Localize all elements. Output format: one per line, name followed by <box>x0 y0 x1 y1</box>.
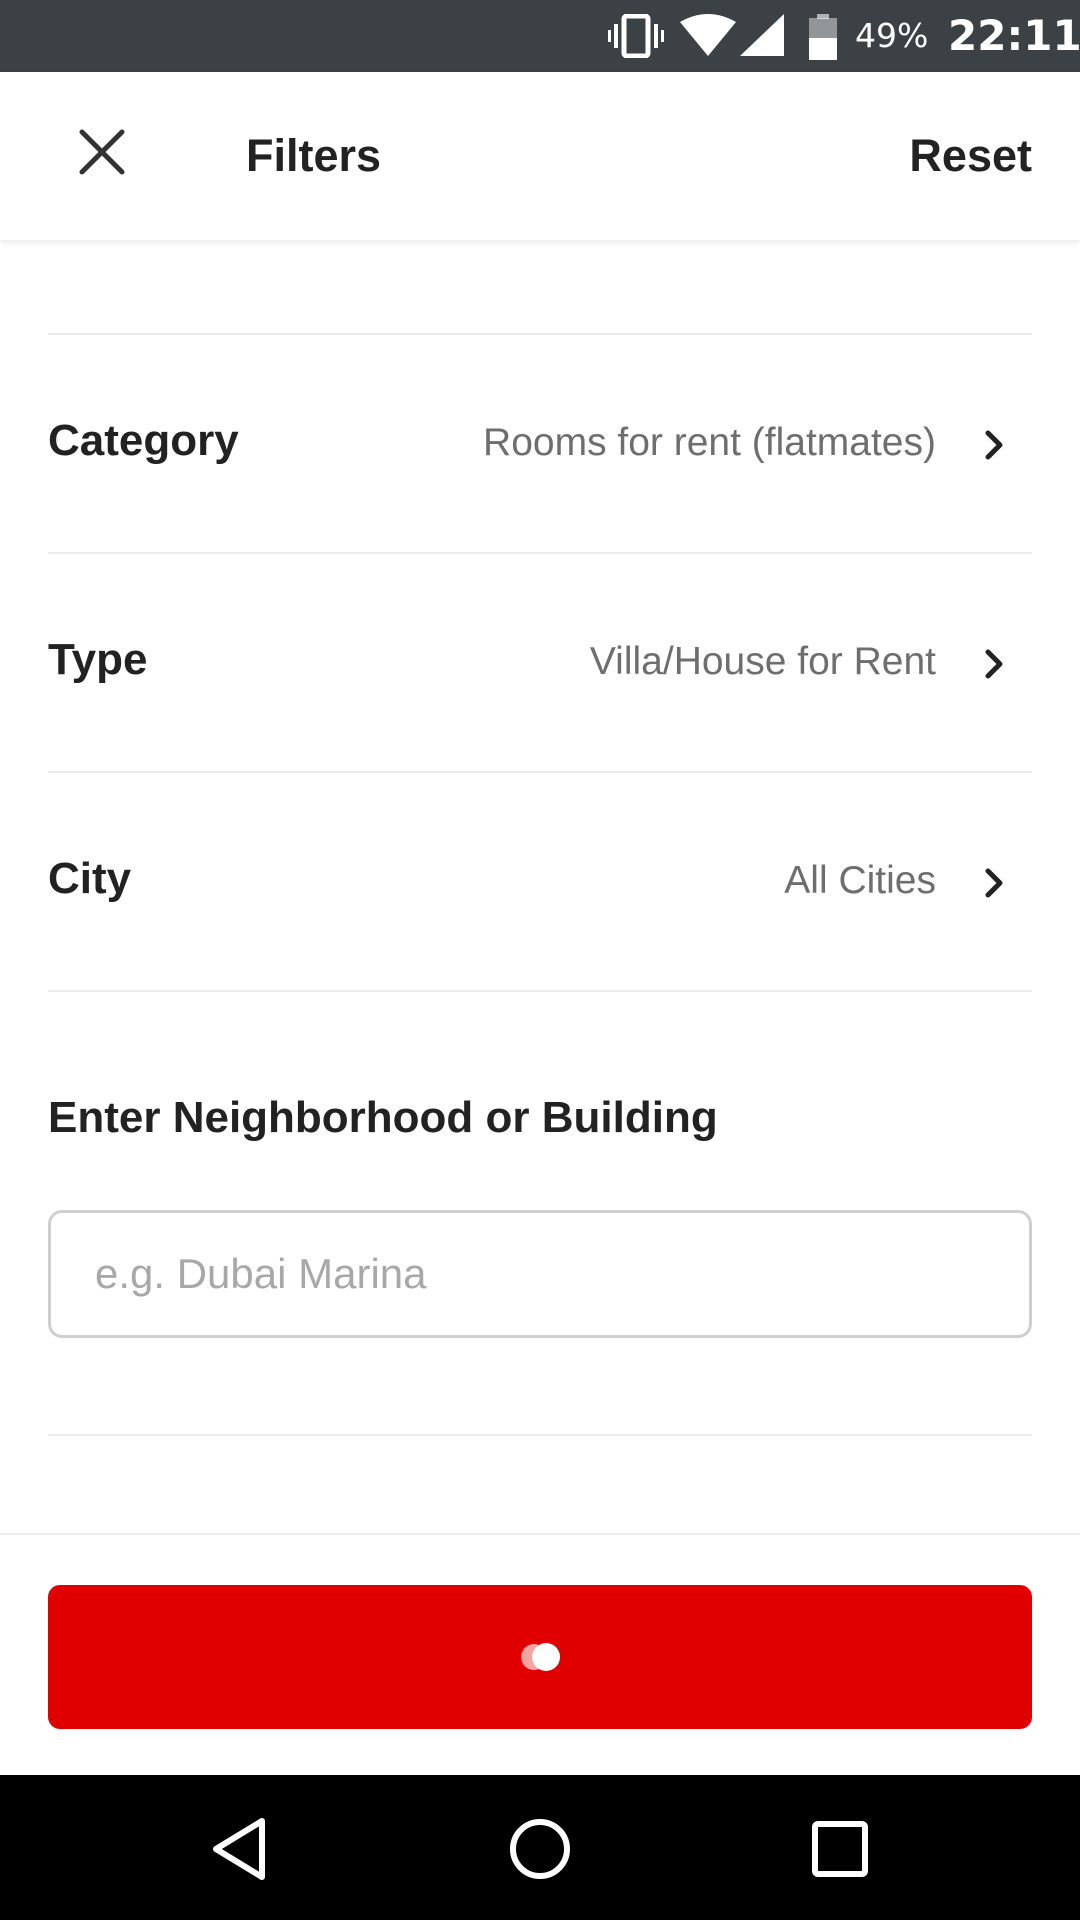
city-value: All Cities <box>784 859 936 902</box>
type-value: Villa/House for Rent <box>589 640 936 683</box>
battery-icon <box>808 14 838 65</box>
vibrate-icon <box>608 13 664 63</box>
back-icon[interactable] <box>202 1811 278 1887</box>
battery-percent: 49% <box>855 16 929 55</box>
loading-spinner-icon <box>518 1637 566 1677</box>
show-results-button[interactable] <box>48 1585 1032 1729</box>
home-icon[interactable] <box>502 1811 578 1887</box>
category-value: Rooms for rent (flatmates) <box>483 421 936 464</box>
chevron-right-icon <box>980 863 1010 903</box>
page-title: Filters <box>246 130 382 181</box>
divider <box>48 990 1032 992</box>
action-bar <box>0 1533 1080 1777</box>
neighborhood-label: Enter Neighborhood or Building <box>48 1093 718 1142</box>
category-row[interactable]: Category Rooms for rent (flatmates) <box>48 335 1032 553</box>
type-row[interactable]: Type Villa/House for Rent <box>48 554 1032 772</box>
chevron-right-icon <box>980 644 1010 684</box>
close-button[interactable] <box>62 114 142 194</box>
clock: 22:11 <box>948 11 1080 60</box>
chevron-right-icon <box>980 425 1010 465</box>
reset-button[interactable]: Reset <box>909 128 1032 184</box>
wifi-icon <box>680 14 736 63</box>
status-bar: 49% 22:11 <box>0 0 1080 72</box>
filters-header: Filters Reset <box>0 72 1080 240</box>
recents-icon[interactable] <box>802 1811 878 1887</box>
city-row[interactable]: City All Cities <box>48 773 1032 991</box>
navigation-bar <box>0 1775 1080 1920</box>
city-label: City <box>48 854 132 903</box>
category-label: Category <box>48 416 239 465</box>
cell-signal-icon <box>740 14 786 63</box>
close-icon <box>79 129 125 180</box>
divider <box>48 1434 1032 1436</box>
type-label: Type <box>48 635 148 684</box>
neighborhood-input[interactable] <box>48 1210 1032 1338</box>
